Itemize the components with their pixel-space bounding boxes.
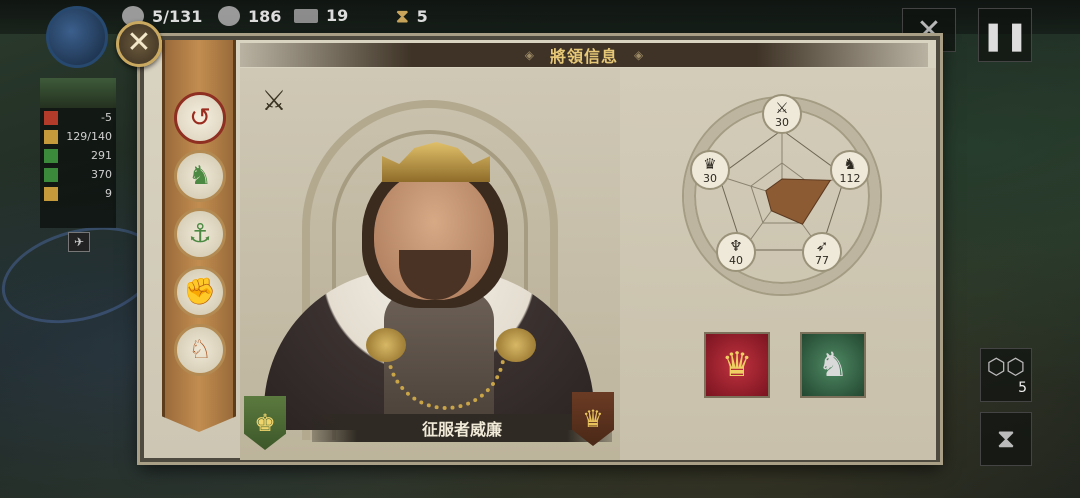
bow-icon: ➶ <box>815 236 829 255</box>
clasp-right <box>496 328 536 362</box>
horse-icon: ♞ <box>188 161 212 191</box>
hex-button[interactable]: ⬡⬡ 5 <box>980 348 1032 402</box>
knight-helmet-icon: ♘ <box>188 335 212 365</box>
name-banner: 征服者威廉 <box>312 414 612 442</box>
mini-stat-row: -5 <box>40 108 116 127</box>
hourglass-icon: ⧗ <box>996 423 1016 454</box>
dialog-header: ◈ 將領信息 ◈ <box>240 43 928 67</box>
stats-radar-chart: ⚔ 30 ♞ 112 ➶ 77 ♆ 40 ♛ 30 <box>684 94 880 294</box>
resource-gear: 186 <box>218 6 281 26</box>
pause-button[interactable]: ❚❚ <box>978 8 1032 62</box>
tab-navy[interactable]: ⚓ <box>174 208 226 260</box>
stat-artillery: ♆ 40 <box>716 232 756 272</box>
mini-stat-row: 370 <box>40 165 116 184</box>
tab-cavalry[interactable]: ♘ <box>174 324 226 376</box>
hourglass-icon: ⧗ <box>396 6 409 27</box>
pause-icon: ❚❚ <box>981 18 1029 52</box>
tab-fist[interactable]: ✊ <box>174 266 226 318</box>
chess-king-icon: ♚ <box>254 409 276 437</box>
anchor-icon: ⚓ <box>188 219 212 249</box>
close-button[interactable]: ✕ <box>116 21 162 67</box>
stats-panel: ⚔ 30 ♞ 112 ➶ 77 ♆ 40 ♛ 30 ♛ ♞ <box>620 68 936 460</box>
mini-stat-row: 9 <box>40 184 116 203</box>
crown-icon: ♛ <box>721 345 753 385</box>
mini-stat-row: 291 <box>40 146 116 165</box>
general-info-dialog: ◈ 將領信息 ◈ ↺ ♞ ⚓ ✊ ♘ ⚔ ♚ 征服者威廉 ♛ ⚔ 30 ♞ 11… <box>140 36 940 462</box>
crown-icon: ♛ <box>582 405 604 433</box>
resource-iron: 19 <box>294 6 348 25</box>
crossed-swords-icon: ⚔ <box>775 98 789 117</box>
terrain-thumbnail <box>40 78 116 108</box>
mini-stat-row: 129/140 <box>40 127 116 146</box>
green-unit-icon <box>44 167 58 182</box>
dialog-title: 將領信息 <box>549 47 618 66</box>
stat-archery: ➶ 77 <box>802 232 842 272</box>
tab-general-info[interactable]: ↺ <box>174 92 226 144</box>
plane-icon[interactable]: ✈ <box>68 232 90 252</box>
gear-icon <box>218 6 240 26</box>
army-mini-panel[interactable]: -5 129/140 291 370 9 <box>40 78 116 228</box>
ornament-icon: ◈ <box>524 48 534 62</box>
swirl-icon: ↺ <box>189 103 211 133</box>
general-portrait <box>264 110 594 430</box>
crown <box>382 142 490 182</box>
stat-cavalry: ♞ 112 <box>830 150 870 190</box>
soldier-icon <box>44 129 58 144</box>
iron-bar-icon <box>294 8 318 23</box>
red-unit-icon <box>44 110 58 125</box>
ornament-icon: ◈ <box>634 48 644 62</box>
skill-slot-1[interactable]: ♛ <box>704 332 770 398</box>
tab-horse[interactable]: ♞ <box>174 150 226 202</box>
resource-timer: ⧗ 5 <box>396 6 428 27</box>
horse-armor-icon: ♞ <box>817 345 849 385</box>
faction-emblem[interactable] <box>46 6 108 68</box>
green-unit-icon <box>44 148 58 163</box>
boot-icon <box>44 186 58 201</box>
clasp-left <box>366 328 406 362</box>
stat-infantry: ⚔ 30 <box>762 94 802 134</box>
end-turn-button[interactable]: ⧗ <box>980 412 1032 466</box>
stat-command: ♛ 30 <box>690 150 730 190</box>
fist-icon: ✊ <box>183 277 217 307</box>
radar-value-area <box>765 178 832 225</box>
horse-head-icon: ♞ <box>843 154 857 173</box>
skill-slot-2[interactable]: ♞ <box>800 332 866 398</box>
eagle-icon: ♆ <box>729 236 743 255</box>
hexagon-icon: ⬡⬡ <box>986 354 1026 380</box>
general-name: 征服者威廉 <box>421 420 502 439</box>
close-icon: ✕ <box>126 25 152 60</box>
crown-icon: ♛ <box>703 154 717 173</box>
